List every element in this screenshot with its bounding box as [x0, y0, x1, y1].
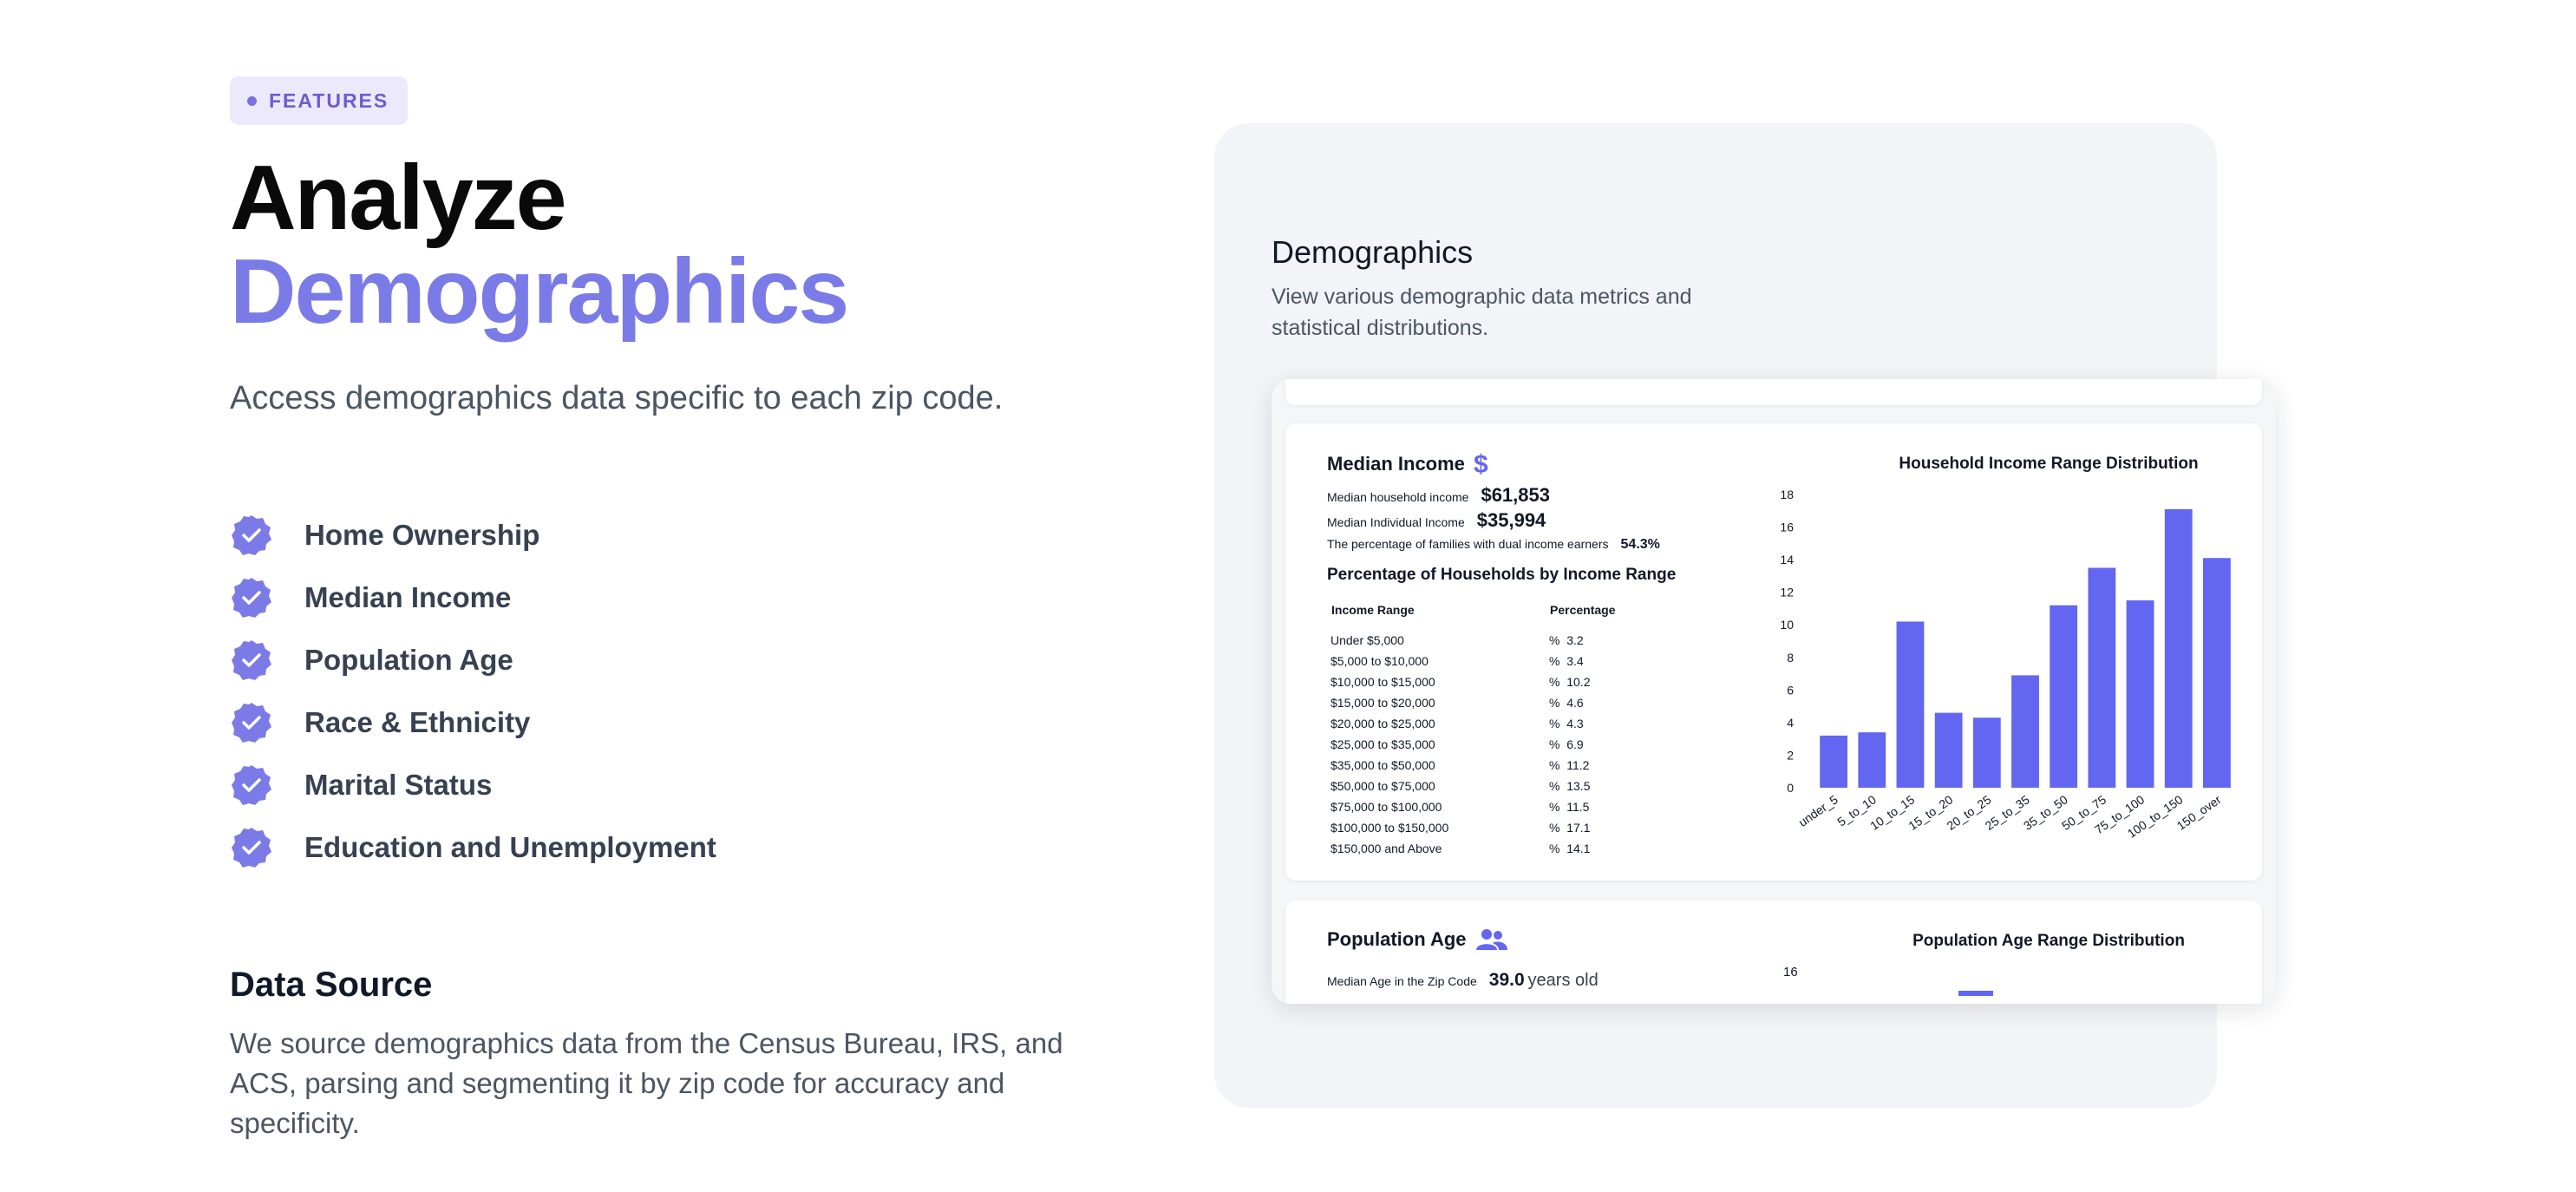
- median-age-row: Median Age in the Zip Code 39.0 years ol…: [1327, 970, 1599, 991]
- feature-item: Median Income: [230, 567, 1149, 629]
- population-age-title: Population Age: [1327, 928, 1467, 950]
- users-icon: [1475, 929, 1507, 950]
- bar-50_to_75: [2088, 567, 2116, 788]
- median-age-unit: years old: [1527, 971, 1599, 990]
- demographics-preview-scroll[interactable]: Median Income $ Median household income …: [1272, 379, 2276, 1004]
- bar-35_to_50: [2050, 605, 2078, 788]
- feature-label: Population Age: [304, 644, 513, 676]
- y-tick-label: 12: [1780, 586, 1794, 599]
- bar-25_to_35: [2011, 675, 2039, 788]
- y-tick-label: 14: [1780, 553, 1794, 567]
- bar-10_to_15: [1896, 621, 1925, 788]
- feature-label: Home Ownership: [304, 519, 540, 551]
- feature-label: Race & Ethnicity: [304, 706, 531, 738]
- bar-15_to_20: [1934, 712, 1963, 788]
- y-tick-label: 18: [1780, 488, 1794, 501]
- x-tick-label: 150_over: [2174, 792, 2224, 833]
- feature-item: Home Ownership: [230, 504, 1149, 567]
- bar-75_to_100: [2126, 600, 2154, 788]
- check-badge-icon: [232, 765, 271, 805]
- population-age-panel: Population Age Median Age in the Zip Cod…: [1285, 901, 2262, 1004]
- hero-title-line2: Demographics: [230, 240, 849, 343]
- bar-150_over: [2203, 558, 2231, 788]
- bar-100_to_150: [2164, 508, 2193, 788]
- feature-list: Home Ownership Median Income Population …: [230, 504, 1149, 879]
- check-badge-icon: [232, 640, 271, 680]
- y-tick-label: 6: [1787, 683, 1794, 697]
- feature-label: Marital Status: [304, 769, 493, 801]
- check-badge-icon: [232, 828, 271, 868]
- hero-title-line1: Analyze: [230, 147, 567, 249]
- y-tick-label: 16: [1780, 521, 1794, 534]
- check-badge-icon: [232, 515, 271, 555]
- feature-label: Education and Unemployment: [304, 831, 716, 863]
- y-tick-label: 10: [1780, 618, 1794, 632]
- feature-label: Median Income: [304, 581, 512, 613]
- demographics-card: Demographics View various demographic da…: [1214, 123, 2276, 1108]
- feature-item: Education and Unemployment: [230, 816, 1149, 879]
- population-age-heading: Population Age: [1327, 928, 1508, 951]
- bar-20_to_25: [1972, 717, 2001, 788]
- data-source-text: We source demographics data from the Cen…: [230, 1027, 1063, 1139]
- bar-5_to_10: [1858, 732, 1886, 788]
- y-tick-label: 4: [1787, 716, 1794, 730]
- previous-panel-edge: [1285, 379, 2262, 405]
- features-section: FEATURES Analyze Demographics Access dem…: [230, 76, 1149, 1143]
- feature-item: Race & Ethnicity: [230, 691, 1149, 754]
- feature-item: Population Age: [230, 629, 1149, 691]
- data-source-title: Data Source: [230, 966, 433, 1004]
- bar-under_5: [1820, 735, 1847, 788]
- badge-label: FEATURES: [269, 88, 389, 112]
- card-subtitle: View various demographic data metrics an…: [1272, 285, 1692, 340]
- card-title: Demographics: [1272, 234, 1474, 270]
- median-income-panel: Median Income $ Median household income …: [1285, 423, 2262, 881]
- check-badge-icon: [232, 703, 271, 743]
- age-chart-bar-top: [1958, 991, 1993, 996]
- features-badge: FEATURES: [230, 76, 409, 125]
- feature-item: Marital Status: [230, 754, 1149, 816]
- age-chart-ytick: 16: [1783, 965, 1798, 979]
- y-tick-label: 8: [1787, 651, 1794, 665]
- income-bar-chart: 024681012141618under_55_to_1010_to_1515_…: [1780, 488, 2231, 841]
- hero-lead: Access demographics data specific to eac…: [230, 380, 1004, 416]
- y-tick-label: 0: [1787, 781, 1794, 795]
- median-age-label: Median Age in the Zip Code: [1327, 974, 1477, 988]
- y-tick-label: 2: [1787, 748, 1794, 762]
- x-tick-label: under_5: [1796, 792, 1840, 829]
- badge-dot-icon: [247, 95, 257, 106]
- check-badge-icon: [232, 578, 271, 618]
- median-age-value: 39.0: [1488, 970, 1525, 990]
- age-chart-title: Population Age Range Distribution: [1912, 932, 2185, 950]
